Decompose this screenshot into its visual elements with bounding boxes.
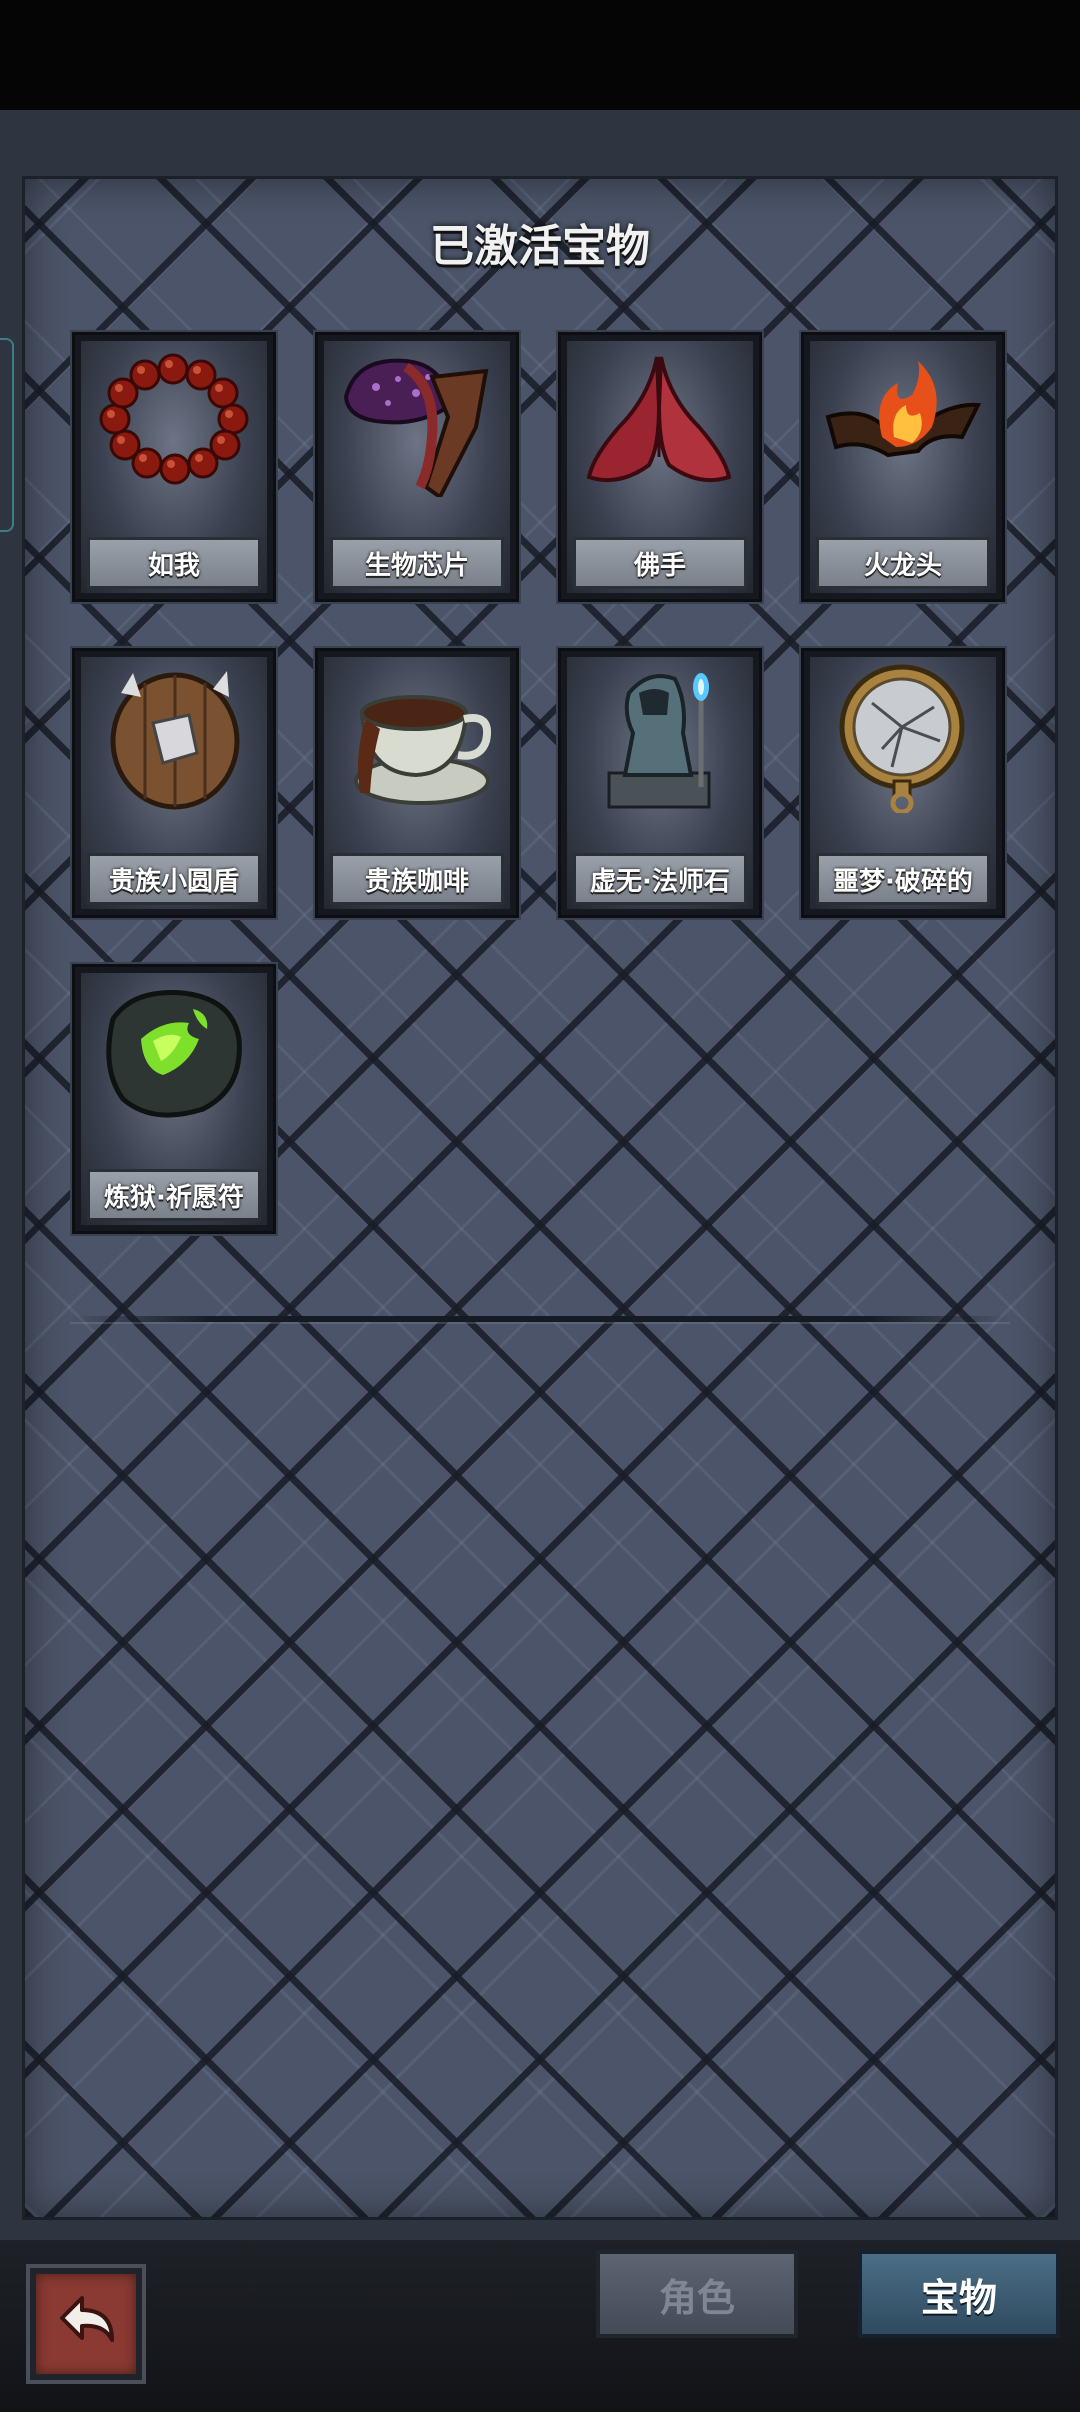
treasure-name: 贵族小圆盾 bbox=[87, 853, 261, 905]
praying-hands-icon bbox=[579, 347, 739, 497]
back-button[interactable] bbox=[30, 2268, 142, 2380]
fire-dragon-head-icon bbox=[822, 347, 982, 497]
prayer-beads-icon bbox=[93, 347, 253, 497]
treasure-card[interactable]: 贵族咖啡 bbox=[315, 648, 519, 918]
status-bar bbox=[0, 0, 1080, 110]
treasure-card[interactable]: 噩梦·破碎的 bbox=[801, 648, 1005, 918]
biochip-icon bbox=[336, 347, 496, 497]
mage-statue-icon bbox=[579, 663, 739, 813]
back-arrow-icon bbox=[48, 2284, 124, 2364]
treasure-name: 佛手 bbox=[573, 537, 747, 589]
treasure-name: 贵族咖啡 bbox=[330, 853, 504, 905]
green-rune-stone-icon bbox=[93, 979, 253, 1129]
treasure-name: 噩梦·破碎的 bbox=[816, 853, 990, 905]
treasure-card[interactable]: 生物芯片 bbox=[315, 332, 519, 602]
coffee-cup-icon bbox=[336, 663, 496, 813]
tab-role[interactable]: 角色 bbox=[596, 2250, 798, 2338]
panel-title: 已激活宝物 bbox=[430, 221, 650, 272]
treasure-card[interactable]: 火龙头 bbox=[801, 332, 1005, 602]
broken-pocket-watch-icon bbox=[822, 663, 982, 813]
treasure-card[interactable]: 如我 bbox=[72, 332, 276, 602]
treasure-name: 生物芯片 bbox=[330, 537, 504, 589]
treasure-card[interactable]: 炼狱·祈愿符 bbox=[72, 964, 276, 1234]
treasure-card[interactable]: 虚无·法师石 bbox=[558, 648, 762, 918]
treasure-card[interactable]: 贵族小圆盾 bbox=[72, 648, 276, 918]
treasure-card[interactable]: 佛手 bbox=[558, 332, 762, 602]
treasure-name: 虚无·法师石 bbox=[573, 853, 747, 905]
tab-treasure[interactable]: 宝物 bbox=[858, 2250, 1060, 2338]
section-divider bbox=[70, 1316, 1010, 1322]
treasure-name: 火龙头 bbox=[816, 537, 990, 589]
treasure-name: 如我 bbox=[87, 537, 261, 589]
treasure-name: 炼狱·祈愿符 bbox=[87, 1169, 261, 1221]
round-shield-icon bbox=[93, 663, 253, 813]
side-tab-edge bbox=[0, 338, 14, 532]
